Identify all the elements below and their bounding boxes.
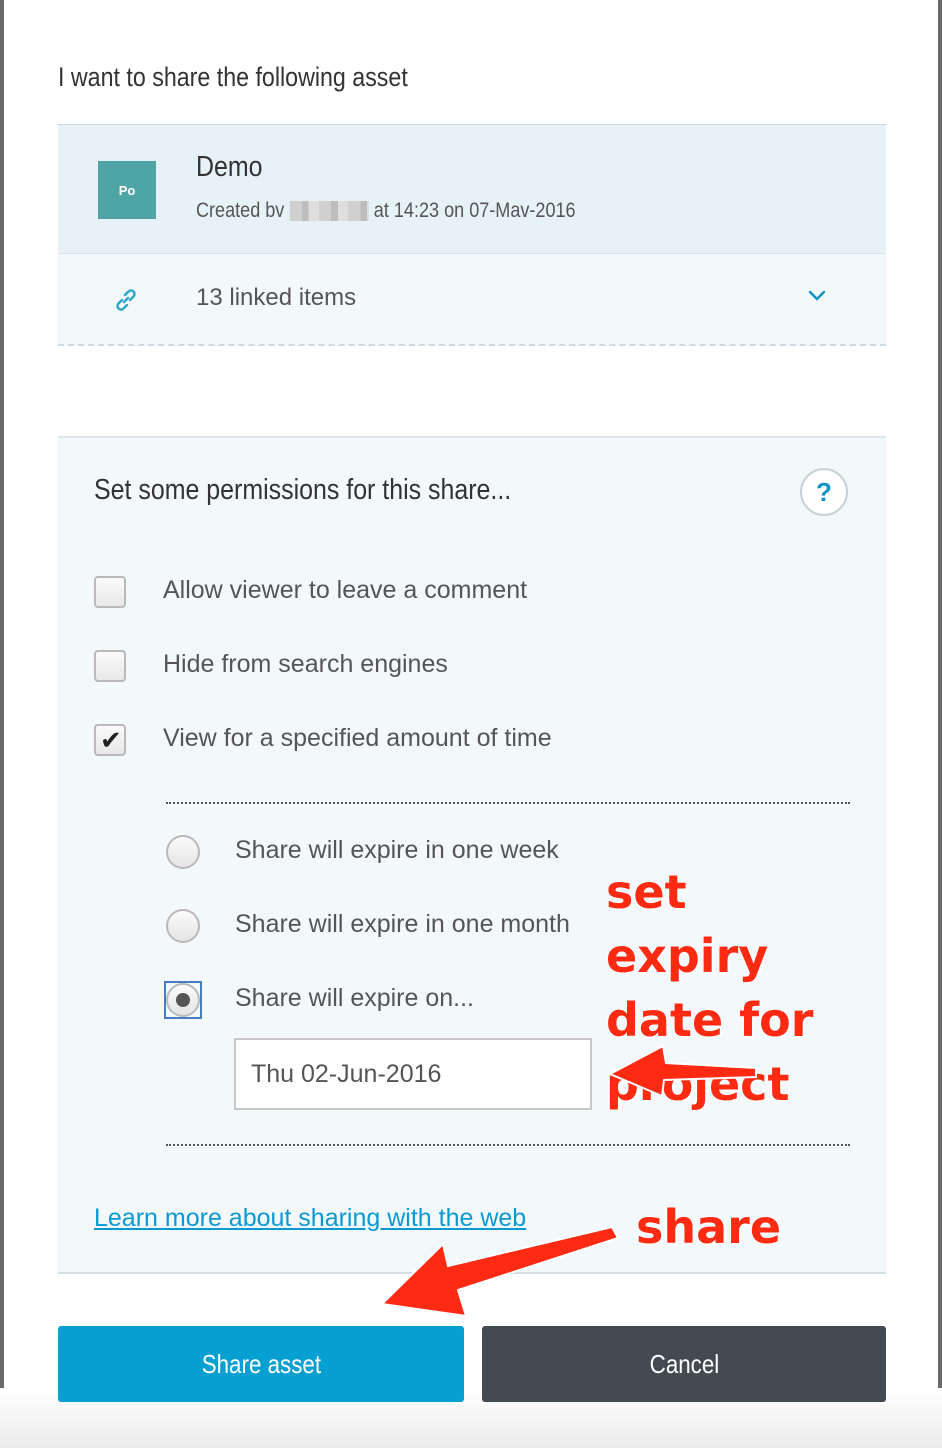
dialog-heading: I want to share the following asset xyxy=(58,62,408,92)
asset-created-info: Created bv at 14:23 on 07-Mav-2016 xyxy=(196,199,576,223)
hide-search-label: Hide from search engines xyxy=(163,650,448,678)
checkmark-icon: ✔ xyxy=(100,725,122,755)
expire-month-label: Share will expire in one month xyxy=(235,910,570,938)
annotation-share-note: share xyxy=(636,1200,782,1254)
annotation-expiry-note: set expiry date for project xyxy=(606,860,846,1116)
expire-week-label: Share will expire in one week xyxy=(235,836,559,864)
annotation-line: set expiry xyxy=(606,865,769,983)
linked-items-label: 13 linked items xyxy=(196,284,357,311)
timed-view-label: View for a specified amount of time xyxy=(163,724,552,752)
asset-title: Demo xyxy=(196,151,263,183)
linked-items-row[interactable]: 13 linked items xyxy=(58,254,886,346)
expire-month-radio[interactable] xyxy=(166,909,200,943)
expiry-date-input[interactable]: Thu 02-Jun-2016 xyxy=(234,1038,592,1110)
created-prefix: Created bv xyxy=(196,199,285,222)
asset-thumbnail: Po xyxy=(98,161,156,219)
learn-more-link[interactable]: Learn more about sharing with the web xyxy=(94,1204,526,1233)
timed-view-checkbox[interactable]: ✔ xyxy=(94,724,126,756)
annotation-line: date for xyxy=(606,993,814,1047)
permissions-title: Set some permissions for this share... xyxy=(94,474,512,506)
redacted-username xyxy=(289,201,369,221)
asset-card: Po Demo Created bv at 14:23 on 07-Mav-20… xyxy=(58,124,886,254)
divider xyxy=(166,1144,850,1146)
share-asset-label: Share asset xyxy=(201,1348,321,1379)
expire-on-label: Share will expire on... xyxy=(235,984,475,1012)
radio-selected-dot xyxy=(176,993,190,1007)
hide-search-checkbox[interactable] xyxy=(94,650,126,682)
divider xyxy=(166,802,850,804)
expire-on-radio[interactable] xyxy=(166,983,200,1017)
permissions-panel: Set some permissions for this share... ?… xyxy=(58,436,886,1274)
window-edge-left xyxy=(0,0,4,1448)
allow-comment-label: Allow viewer to leave a comment xyxy=(163,576,528,604)
created-suffix: at 14:23 on 07-Mav-2016 xyxy=(373,199,576,222)
chevron-down-icon[interactable] xyxy=(806,284,828,306)
help-icon[interactable]: ? xyxy=(800,468,848,516)
link-icon xyxy=(116,289,136,311)
cancel-button[interactable]: Cancel xyxy=(482,1326,886,1402)
annotation-line: project xyxy=(606,1057,790,1111)
cancel-label: Cancel xyxy=(649,1348,719,1379)
expire-week-radio[interactable] xyxy=(166,835,200,869)
window-edge-right xyxy=(938,0,942,1448)
allow-comment-checkbox[interactable] xyxy=(94,576,126,608)
share-asset-button[interactable]: Share asset xyxy=(58,1326,464,1402)
